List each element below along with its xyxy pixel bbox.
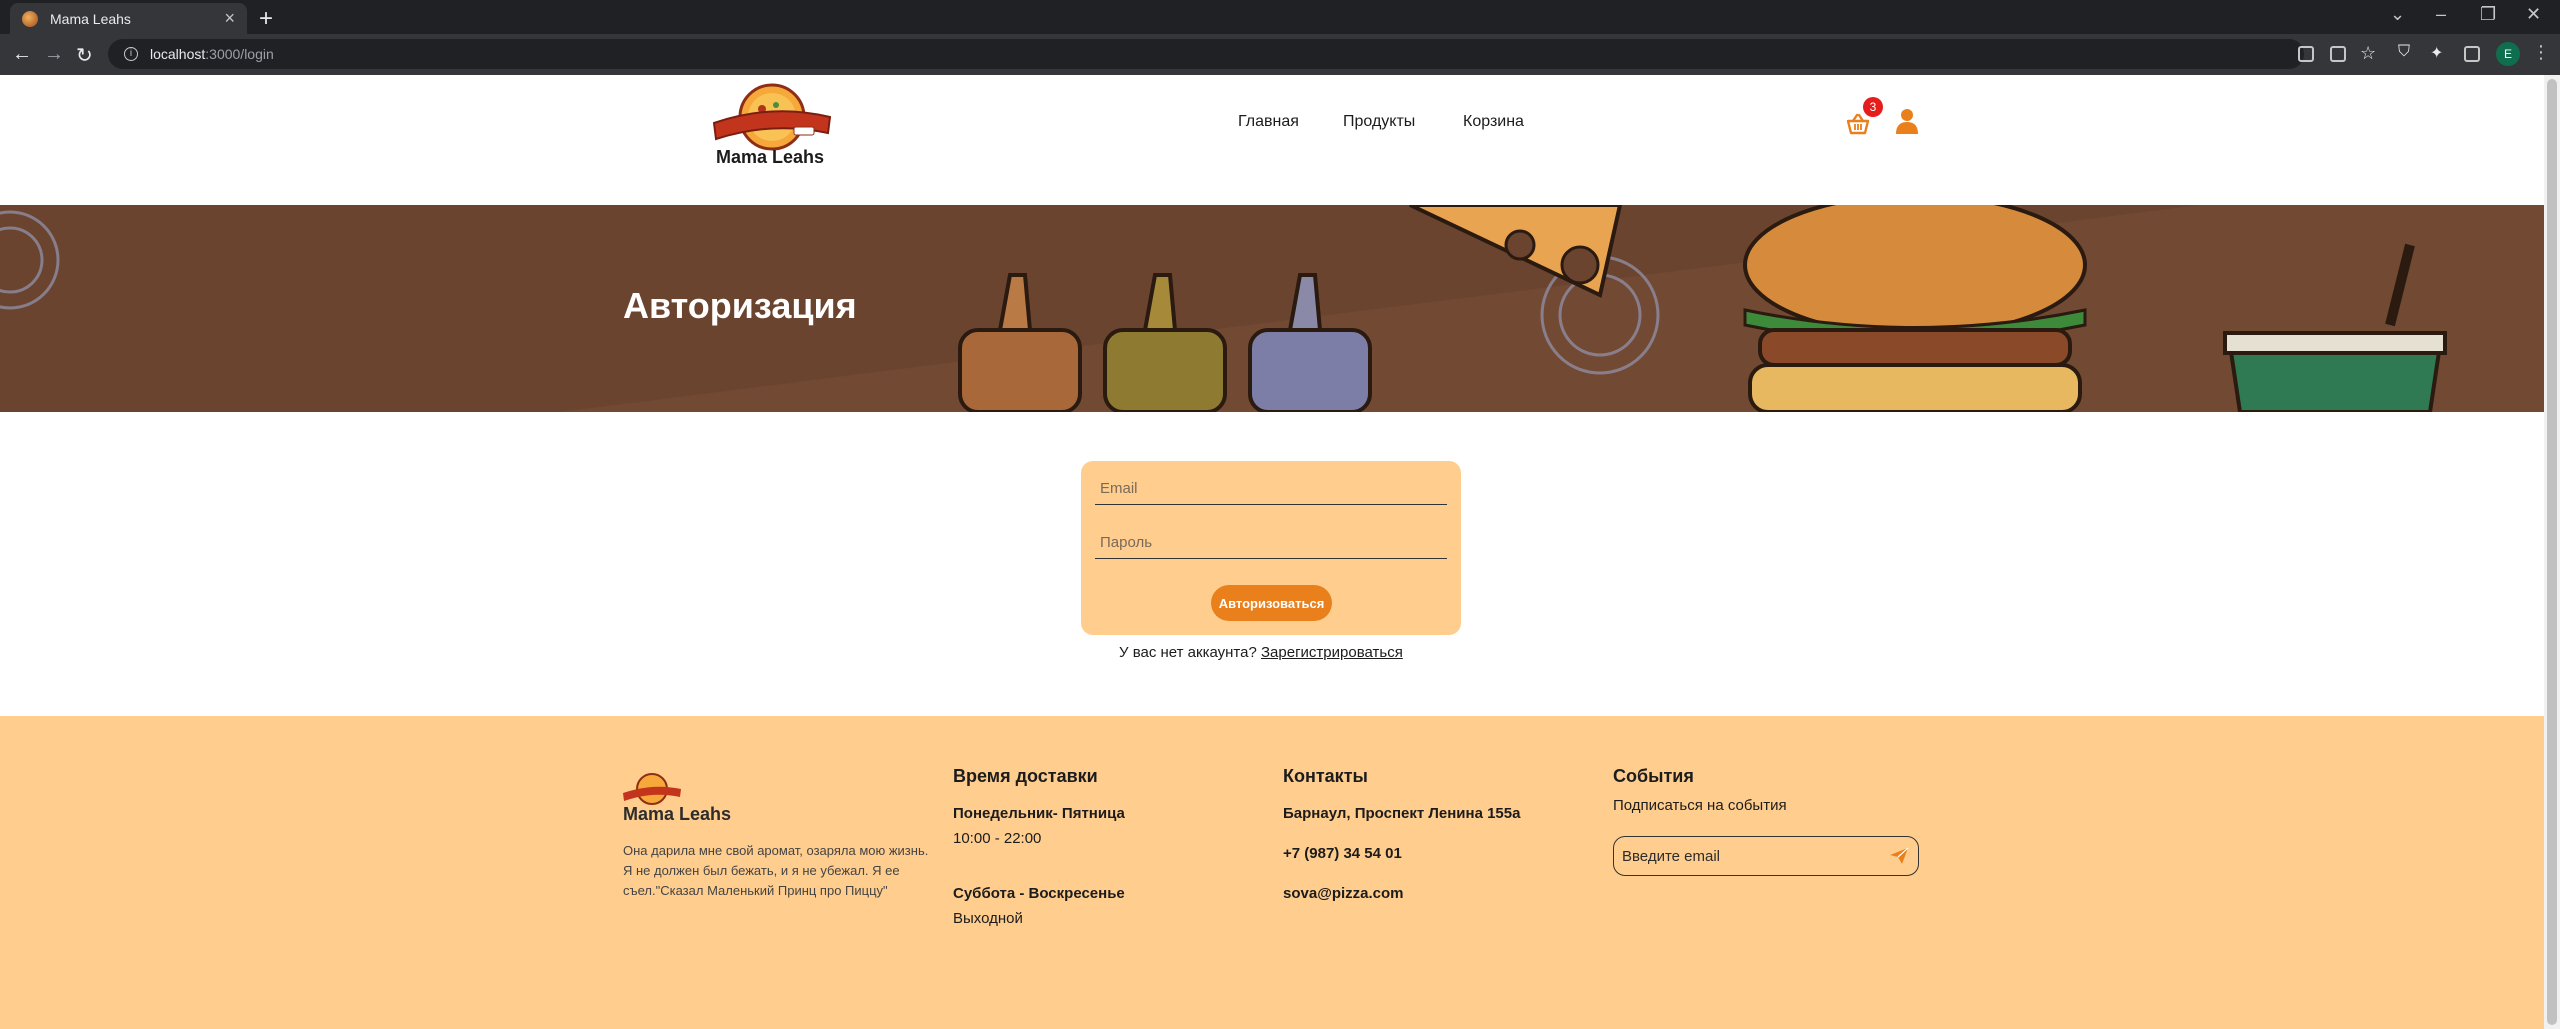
send-icon[interactable] xyxy=(1889,847,1909,865)
register-prompt: У вас нет аккаунта? Зарегистрироваться xyxy=(1119,644,1403,661)
url-host: localhost xyxy=(150,46,206,62)
delivery-heading: Время доставки xyxy=(953,766,1098,786)
footer-about: Она дарила мне свой аромат, озаряла мою … xyxy=(623,843,929,898)
restore-icon[interactable]: ❐ xyxy=(2480,4,2496,25)
minimize-icon[interactable]: – xyxy=(2436,4,2446,25)
email-field[interactable] xyxy=(1095,473,1447,505)
browser-toolbar: ← → ↻ i localhost:3000/login ☆ ⛉ ✦ E ⋮ xyxy=(0,34,2560,75)
delivery-weekday-hours: 10:00 - 22:00 xyxy=(953,830,1042,847)
reload-icon[interactable]: ↻ xyxy=(76,43,93,68)
browser-menu-icon[interactable]: ⋮ xyxy=(2532,43,2550,61)
events-subtitle: Подписаться на события xyxy=(1613,797,1787,814)
profile-avatar[interactable]: E xyxy=(2496,42,2520,66)
bookmark-star-icon[interactable]: ☆ xyxy=(2360,43,2376,64)
events-heading: События xyxy=(1613,766,1694,786)
banner-illustration xyxy=(0,205,2544,412)
site-info-icon[interactable]: i xyxy=(124,47,138,61)
install-icon[interactable] xyxy=(2298,46,2314,62)
delivery-weekend-hours: Выходной xyxy=(953,910,1023,927)
site-header: Mama Leahs Главная Продукты Корзина 3 xyxy=(0,75,2544,205)
cart-basket-icon[interactable] xyxy=(1846,113,1870,135)
contact-phone[interactable]: +7 (987) 34 54 01 xyxy=(1283,845,1402,862)
tab-title: Mama Leahs xyxy=(50,10,131,27)
browser-tab-bar: Mama Leahs × + ⌄ – ❐ ✕ xyxy=(0,0,2560,34)
favicon-icon xyxy=(22,10,38,27)
browser-tab[interactable]: Mama Leahs × xyxy=(10,3,247,34)
user-icon[interactable] xyxy=(1895,108,1919,134)
scrollbar-thumb[interactable] xyxy=(2547,79,2557,1025)
footer-brand: Mama Leahs xyxy=(623,804,732,824)
subscribe-form xyxy=(1613,836,1919,876)
nav-products[interactable]: Продукты xyxy=(1343,113,1415,131)
subscribe-email-input[interactable] xyxy=(1622,845,1872,867)
new-tab-icon[interactable]: + xyxy=(259,5,273,33)
contacts-heading: Контакты xyxy=(1283,766,1368,786)
delivery-weekdays: Понедельник- Пятница xyxy=(953,805,1125,822)
page-scrollbar[interactable] xyxy=(2544,75,2560,1029)
nav-home[interactable]: Главная xyxy=(1238,113,1299,131)
register-link[interactable]: Зарегистрироваться xyxy=(1261,644,1403,661)
address-bar[interactable]: i localhost:3000/login xyxy=(108,39,2304,69)
tab-search-icon[interactable]: ⌄ xyxy=(2390,4,2405,25)
page: Mama Leahs Главная Продукты Корзина 3 Ав… xyxy=(0,75,2544,1029)
page-banner: Авторизация xyxy=(0,205,2544,412)
close-tab-icon[interactable]: × xyxy=(224,8,235,29)
login-button[interactable]: Авторизоваться xyxy=(1211,585,1332,621)
close-window-icon[interactable]: ✕ xyxy=(2526,4,2541,25)
page-title: Авторизация xyxy=(623,285,857,326)
cart-count-badge: 3 xyxy=(1863,97,1883,117)
forward-icon[interactable]: → xyxy=(44,43,64,66)
side-panel-icon[interactable] xyxy=(2464,46,2480,62)
brand-name: Mama Leahs xyxy=(716,147,825,167)
delivery-weekend: Суббота - Воскресенье xyxy=(953,885,1125,902)
contact-email[interactable]: sova@pizza.com xyxy=(1283,885,1404,902)
password-field[interactable] xyxy=(1095,527,1447,559)
shield-icon[interactable]: ⛉ xyxy=(2398,43,2410,61)
url-path: :3000/login xyxy=(205,46,274,62)
back-icon[interactable]: ← xyxy=(12,43,32,66)
share-icon[interactable] xyxy=(2330,46,2346,62)
register-prompt-text: У вас нет аккаунта? xyxy=(1119,644,1257,661)
nav-cart[interactable]: Корзина xyxy=(1463,113,1524,131)
login-form: Авторизоваться xyxy=(1081,461,1461,635)
contact-address: Барнаул, Проспект Ленина 155а xyxy=(1283,805,1521,822)
site-footer: Mama Leahs Она дарила мне свой аромат, о… xyxy=(0,716,2544,1029)
extensions-icon[interactable]: ✦ xyxy=(2430,43,2443,63)
